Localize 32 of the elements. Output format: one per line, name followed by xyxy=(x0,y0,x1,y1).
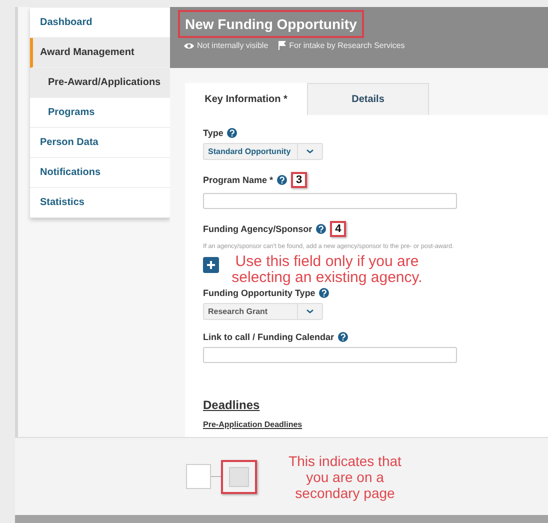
help-icon[interactable] xyxy=(319,288,330,298)
add-button[interactable] xyxy=(203,257,219,273)
caret-icon xyxy=(306,149,314,154)
help-icon[interactable] xyxy=(227,128,238,138)
dropdown[interactable]: Standard Opportunity xyxy=(203,143,323,160)
sidebar-item[interactable]: Award Management xyxy=(30,38,170,68)
tab[interactable]: Details xyxy=(307,83,429,115)
help-icon[interactable] xyxy=(338,332,348,342)
status-text: For intake by Research Services xyxy=(289,41,405,50)
annotation-text: This indicates that you are on a secondary page xyxy=(288,452,402,500)
input-field[interactable] xyxy=(203,347,457,363)
page-title: New Funding Opportunity xyxy=(178,10,364,38)
help-icon[interactable] xyxy=(316,224,326,234)
eye-icon xyxy=(184,42,194,50)
sidebar-item[interactable]: Pre-Award/Applications xyxy=(30,68,170,98)
callout-number: 4 xyxy=(330,221,346,237)
tab[interactable]: Key Information * xyxy=(185,83,307,115)
subsection-heading: Pre-Application Deadlines xyxy=(203,420,302,429)
input-field[interactable] xyxy=(203,193,457,209)
annotation-text: Use this field only if you are selecting an existing agency. xyxy=(230,254,424,286)
callout-number: 3 xyxy=(291,172,308,188)
flag-icon xyxy=(278,41,286,50)
field-label: Funding Opportunity Type xyxy=(203,288,316,298)
field-label: Link to call / Funding Calendar xyxy=(203,332,334,342)
section-heading: Deadlines xyxy=(203,398,260,412)
status-text: Not internally visible xyxy=(197,41,268,50)
field-label: Type xyxy=(203,128,224,138)
help-icon[interactable] xyxy=(277,175,288,185)
caret-icon xyxy=(306,309,314,314)
field-label: Funding Agency/Sponsor xyxy=(203,224,312,234)
field-label: Program Name * xyxy=(203,175,274,185)
dropdown[interactable]: Research Grant xyxy=(203,303,323,320)
